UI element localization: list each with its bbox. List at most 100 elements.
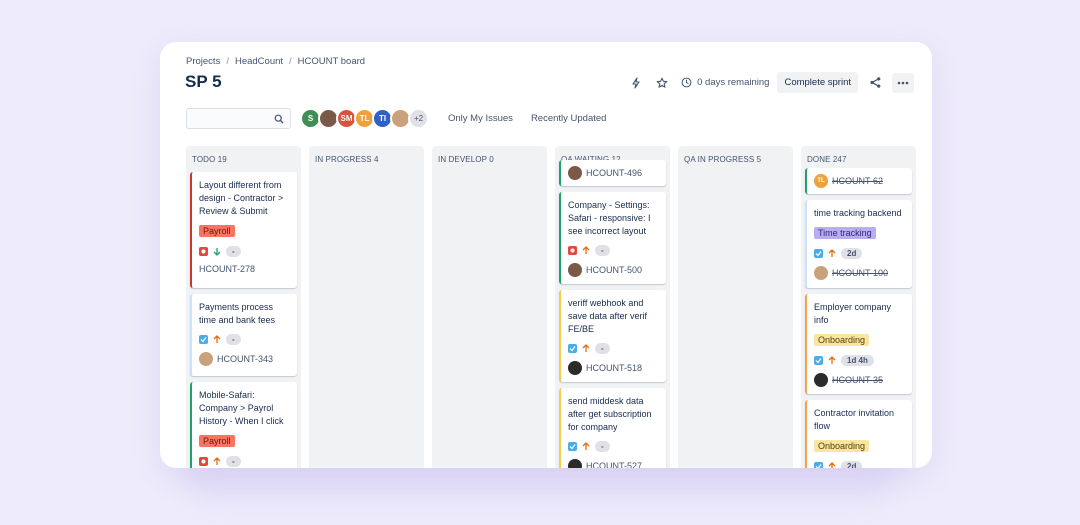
priority-high-icon: [213, 335, 221, 343]
sprint-title: SP 5: [185, 72, 222, 91]
breadcrumb-board[interactable]: HCOUNT board: [298, 56, 365, 67]
board-panel: Projects / HeadCount / HCOUNT board SP 5…: [160, 42, 932, 468]
breadcrumb-project[interactable]: HeadCount: [235, 56, 283, 67]
issue-key: HCOUNT-62: [832, 176, 884, 186]
issue-card[interactable]: TL HCOUNT-62: [805, 168, 912, 194]
issue-key: HCOUNT-100: [832, 268, 889, 278]
issue-key: HCOUNT-500: [586, 265, 643, 275]
task-icon: [568, 442, 577, 451]
issue-title: send middesk data after get subscription…: [568, 396, 652, 432]
issue-card[interactable]: Mobile-Safari: Company > Payrol History …: [190, 382, 297, 468]
issue-key: HCOUNT-518: [586, 363, 643, 373]
issue-label: Payroll: [199, 435, 235, 447]
priority-high-icon: [213, 457, 221, 465]
estimate-badge: -: [595, 343, 610, 354]
assignee-avatar: [814, 373, 828, 387]
issue-card[interactable]: send middesk data after get subscription…: [559, 388, 666, 468]
priority-low-icon: [213, 248, 221, 256]
issue-key: HCOUNT-278: [199, 264, 256, 274]
issue-title: Employer company info: [814, 302, 892, 325]
issue-card[interactable]: time tracking backend Time tracking 2d H…: [805, 200, 912, 288]
priority-high-icon: [582, 246, 590, 254]
board-filters: S SM TL TI +2 Only My Issues Recently Up…: [186, 108, 606, 129]
column-header: IN DEVELOP 0: [432, 146, 547, 172]
column-qa-waiting: QA WAITING 12 HCOUNT-496 Company - Setti…: [555, 146, 670, 468]
task-icon: [568, 344, 577, 353]
star-icon[interactable]: [653, 74, 671, 92]
estimate-badge: -: [226, 334, 241, 345]
clock-icon: [681, 77, 692, 88]
breadcrumb: Projects / HeadCount / HCOUNT board: [186, 56, 365, 67]
assignee-filter-avatars: S SM TL TI +2: [300, 108, 429, 129]
more-avatars-count[interactable]: +2: [408, 108, 429, 129]
more-options-button[interactable]: [892, 72, 914, 93]
task-icon: [814, 249, 823, 258]
share-icon[interactable]: [866, 74, 884, 92]
column-todo: TODO 19 Layout different from design - C…: [186, 146, 301, 468]
issue-title: time tracking backend: [814, 208, 902, 218]
issue-card[interactable]: Layout different from design - Contracto…: [190, 172, 297, 288]
column-header: IN PROGRESS 4: [309, 146, 424, 172]
issue-label: Onboarding: [814, 334, 870, 346]
days-remaining: 0 days remaining: [681, 77, 769, 88]
issue-title: Layout different from design - Contracto…: [199, 180, 284, 216]
task-icon: [814, 462, 823, 468]
assignee-avatar: [568, 263, 582, 277]
estimate-badge: 2d: [841, 248, 863, 259]
assignee-avatar: [568, 459, 582, 468]
assignee-avatar: [814, 266, 828, 280]
issue-key: HCOUNT-35: [832, 375, 884, 385]
column-count: 0: [489, 155, 494, 164]
assignee-avatar: TL: [814, 174, 828, 188]
priority-high-icon: [828, 356, 836, 364]
bug-icon: [568, 246, 577, 255]
column-count: 247: [832, 155, 847, 164]
issue-card[interactable]: Employer company info Onboarding 1d 4h H…: [805, 294, 912, 394]
board-columns: TODO 19 Layout different from design - C…: [186, 146, 916, 468]
bug-icon: [199, 247, 208, 256]
issue-label: Onboarding: [814, 440, 870, 452]
issue-card[interactable]: Payments process time and bank fees - HC…: [190, 294, 297, 376]
issue-key: HCOUNT-496: [586, 168, 643, 178]
column-in-develop: IN DEVELOP 0: [432, 146, 547, 468]
issue-card[interactable]: HCOUNT-496: [559, 160, 666, 186]
search-input[interactable]: [186, 108, 291, 129]
more-icon: [897, 81, 909, 84]
issue-card[interactable]: Contractor invitation flow Onboarding 2d: [805, 400, 912, 468]
column-header: TODO 19: [186, 146, 301, 172]
only-my-issues-filter[interactable]: Only My Issues: [448, 113, 513, 124]
priority-high-icon: [582, 344, 590, 352]
sprint-toolbar: 0 days remaining Complete sprint: [627, 72, 914, 93]
issue-card[interactable]: veriff webhook and save data after verif…: [559, 290, 666, 382]
column-name: TODO: [192, 155, 216, 164]
breadcrumb-separator: /: [226, 56, 229, 67]
column-name: QA IN PROGRESS: [684, 155, 755, 164]
column-in-progress: IN PROGRESS 4: [309, 146, 424, 468]
lightning-icon[interactable]: [627, 74, 645, 92]
issue-key: HCOUNT-527: [586, 461, 643, 468]
estimate-badge: -: [226, 456, 241, 467]
priority-high-icon: [828, 462, 836, 468]
assignee-avatar: [199, 352, 213, 366]
column-name: IN DEVELOP: [438, 155, 487, 164]
issue-card[interactable]: Company - Settings: Safari - responsive:…: [559, 192, 666, 284]
column-count: 5: [756, 155, 762, 164]
issue-title: Contractor invitation flow: [814, 408, 895, 431]
estimate-badge: -: [226, 246, 241, 257]
issue-title: veriff webhook and save data after verif…: [568, 298, 648, 334]
issue-label: Payroll: [199, 225, 235, 237]
column-qa-in-progress: QA IN PROGRESS 5: [678, 146, 793, 468]
recently-updated-filter[interactable]: Recently Updated: [531, 113, 607, 124]
column-header: QA IN PROGRESS 5: [678, 146, 793, 172]
breadcrumb-projects[interactable]: Projects: [186, 56, 220, 67]
estimate-badge: 2d: [841, 461, 863, 468]
bug-icon: [199, 457, 208, 466]
task-icon: [199, 335, 208, 344]
priority-high-icon: [582, 442, 590, 450]
issue-key: HCOUNT-343: [217, 354, 274, 364]
complete-sprint-button[interactable]: Complete sprint: [777, 72, 858, 93]
column-count: 4: [374, 155, 379, 164]
estimate-badge: -: [595, 245, 610, 256]
issue-label: Time tracking: [814, 227, 876, 239]
estimate-badge: -: [595, 441, 610, 452]
